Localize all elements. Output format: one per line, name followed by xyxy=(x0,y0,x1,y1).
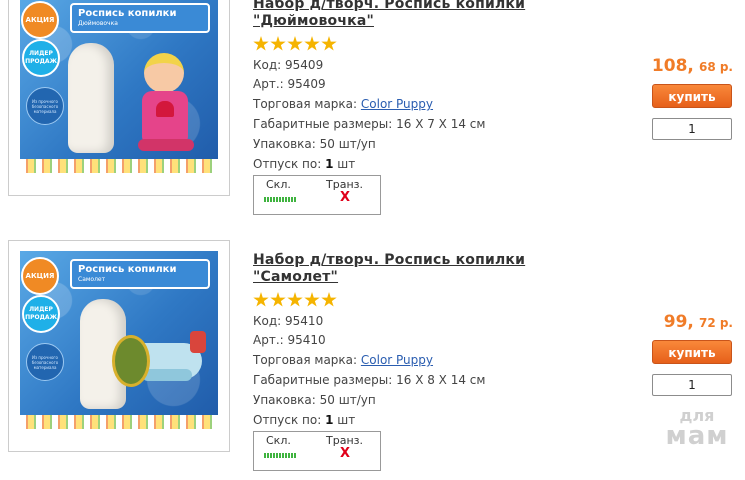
stock-availability: Скл. Транз. X xyxy=(253,431,381,471)
star-icon xyxy=(304,292,320,307)
rating-stars xyxy=(253,36,337,52)
material-badge: Из прочного безопасного материала xyxy=(26,343,64,381)
product-image[interactable]: Роспись копилки Самолет АКЦИЯ ЛИДЕР ПРОД… xyxy=(8,240,230,452)
product-code: Код: 95410 xyxy=(253,314,324,328)
product-packaging: Упаковка: 50 шт/уп xyxy=(253,393,376,407)
product-release: Отпуск по: 1 шт xyxy=(253,157,356,171)
star-icon xyxy=(321,292,337,307)
material-badge: Из прочного безопасного материала xyxy=(26,87,64,125)
product-article: Арт.: 95410 xyxy=(253,333,326,347)
warehouse-label: Скл. xyxy=(266,434,291,447)
transit-unavailable-icon: X xyxy=(340,446,351,461)
quantity-input[interactable]: 1 xyxy=(652,374,732,396)
product-price: 108, 68 р. xyxy=(652,56,733,76)
product-price: 99, 72 р. xyxy=(664,312,733,332)
fence-decoration xyxy=(20,159,218,173)
painted-figure xyxy=(138,53,194,153)
stock-level-bar xyxy=(264,197,296,202)
product-card: Роспись копилки Самолет АКЦИЯ ЛИДЕР ПРОД… xyxy=(0,240,745,480)
product-title-link[interactable]: Набор д/творч. Роспись копилки "Самолет" xyxy=(253,252,553,286)
star-icon xyxy=(253,292,269,307)
buy-button[interactable]: купить xyxy=(652,340,732,364)
box-title: Роспись копилки xyxy=(78,8,177,19)
box-subtitle: Самолет xyxy=(78,276,106,283)
warehouse-label: Скл. xyxy=(266,178,291,191)
product-article: Арт.: 95409 xyxy=(253,77,326,91)
price-rubles: 99, xyxy=(663,312,694,332)
product-brand: Торговая марка: Color Puppy xyxy=(253,97,434,111)
stock-level-bar xyxy=(264,453,296,458)
box-banner: Роспись копилки Дюймовочка xyxy=(70,3,210,33)
product-box-picture: Роспись копилки Дюймовочка АКЦИЯ ЛИДЕР П… xyxy=(20,0,218,173)
price-kopecks: 68 р. xyxy=(698,60,733,74)
product-title-link[interactable]: Набор д/творч. Роспись копилки "Дюймовоч… xyxy=(253,0,553,30)
product-card: Роспись копилки Дюймовочка АКЦИЯ ЛИДЕР П… xyxy=(0,0,745,224)
unpainted-figure xyxy=(68,43,114,153)
price-kopecks: 72 р. xyxy=(698,316,733,330)
promo-badge: АКЦИЯ xyxy=(21,257,59,295)
title-line-1: Набор д/творч. Роспись копилки xyxy=(253,252,526,268)
buy-button[interactable]: купить xyxy=(652,84,732,108)
quantity-input[interactable]: 1 xyxy=(652,118,732,140)
star-icon xyxy=(287,292,303,307)
promo-badge: АКЦИЯ xyxy=(21,1,59,39)
product-packaging: Упаковка: 50 шт/уп xyxy=(253,137,376,151)
painted-airplane xyxy=(112,329,212,399)
star-icon xyxy=(270,292,286,307)
product-release: Отпуск по: 1 шт xyxy=(253,413,356,427)
product-box-picture: Роспись копилки Самолет АКЦИЯ ЛИДЕР ПРОД… xyxy=(20,251,218,429)
fence-decoration xyxy=(20,415,218,429)
rating-stars xyxy=(253,292,337,308)
star-icon xyxy=(287,36,303,51)
brand-link[interactable]: Color Puppy xyxy=(361,97,433,111)
price-rubles: 108, xyxy=(651,56,694,76)
product-dimensions: Габаритные размеры: 16 X 7 X 14 см xyxy=(253,117,486,131)
transit-unavailable-icon: X xyxy=(340,190,351,205)
star-icon xyxy=(304,36,320,51)
star-icon xyxy=(270,36,286,51)
box-banner: Роспись копилки Самолет xyxy=(70,259,210,289)
watermark-logo: для мам xyxy=(665,406,729,451)
box-subtitle: Дюймовочка xyxy=(78,20,118,27)
product-image[interactable]: Роспись копилки Дюймовочка АКЦИЯ ЛИДЕР П… xyxy=(8,0,230,196)
brand-link[interactable]: Color Puppy xyxy=(361,353,433,367)
product-dimensions: Габаритные размеры: 16 X 8 X 14 см xyxy=(253,373,486,387)
title-line-2: "Самолет" xyxy=(253,269,339,285)
product-code: Код: 95409 xyxy=(253,58,324,72)
star-icon xyxy=(321,36,337,51)
title-line-2: "Дюймовочка" xyxy=(253,13,374,29)
star-icon xyxy=(253,36,269,51)
product-brand: Торговая марка: Color Puppy xyxy=(253,353,434,367)
leader-badge: ЛИДЕР ПРОДАЖ xyxy=(22,39,60,77)
box-title: Роспись копилки xyxy=(78,264,177,275)
leader-badge: ЛИДЕР ПРОДАЖ xyxy=(22,295,60,333)
title-line-1: Набор д/творч. Роспись копилки xyxy=(253,0,526,12)
stock-availability: Скл. Транз. X xyxy=(253,175,381,215)
